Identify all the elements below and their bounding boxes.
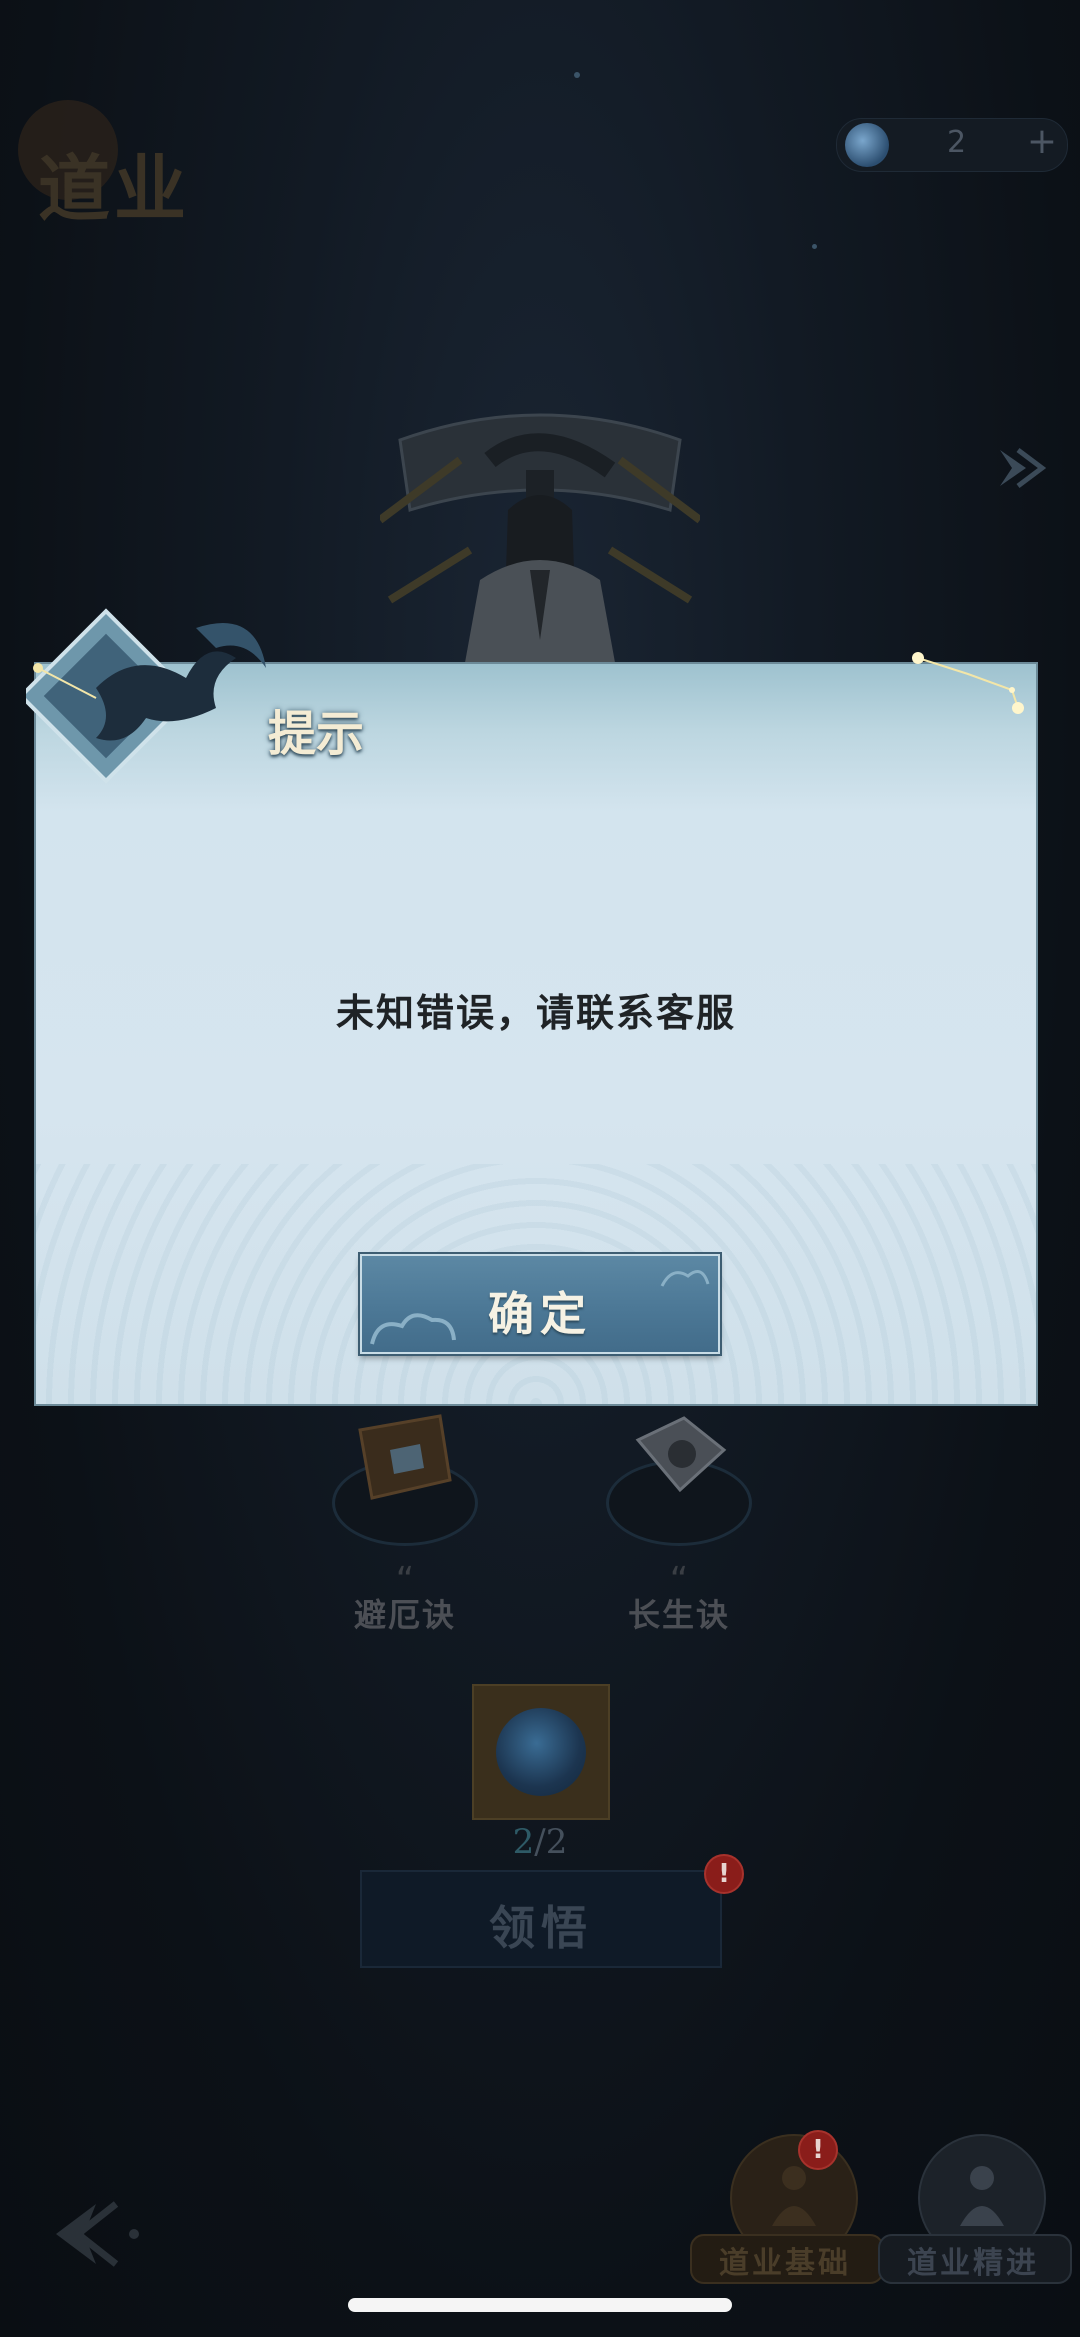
tab-label: 道业精进 — [907, 2246, 1039, 2281]
reward-total: 2 — [545, 1822, 568, 1862]
confirm-button-label: 确定 — [488, 1287, 592, 1341]
character-portrait — [380, 413, 700, 690]
home-indicator[interactable] — [348, 2298, 732, 2312]
add-currency-button[interactable]: + — [1027, 121, 1057, 162]
notification-badge: ! — [704, 1854, 744, 1894]
comprehend-button-label: 领悟 — [489, 1901, 593, 1955]
alert-dialog: 提示 未知错误，请联系客服 确定 — [26, 608, 1036, 1404]
page-title: 道业 — [38, 146, 191, 231]
constellation-icon — [912, 652, 1024, 714]
dialog-message: 未知错误，请联系客服 — [335, 990, 736, 1035]
star-dot — [574, 72, 580, 78]
dialog-title: 提示 — [268, 706, 365, 762]
reward-separator: / — [534, 1822, 546, 1862]
qilin-emblem-icon — [26, 608, 266, 784]
tab-label: 道业基础 — [719, 2246, 851, 2281]
scroll-icon — [358, 1414, 452, 1500]
share-icon[interactable] — [996, 440, 1046, 496]
skill-name: 避厄诀 — [353, 1596, 456, 1634]
page-title-block: 道业 — [18, 100, 208, 231]
reward-item[interactable] — [472, 1684, 610, 1820]
star-dot — [812, 244, 817, 249]
comprehend-button[interactable]: 领悟 — [360, 1870, 722, 1968]
tab-dao-advanced[interactable]: 道业精进 — [878, 2134, 1072, 2334]
reward-current: 2 — [512, 1822, 535, 1862]
spirit-orb-icon — [845, 123, 889, 167]
currency-count: 2 — [947, 125, 967, 160]
book-icon — [635, 1416, 727, 1493]
skill-name: 长生诀 — [627, 1596, 730, 1634]
reward-count: 2/2 — [470, 1822, 610, 1862]
currency-counter[interactable]: 2 + — [836, 118, 1068, 172]
spirit-orb-icon — [496, 1708, 586, 1796]
notification-badge: ! — [798, 2130, 838, 2170]
back-arrow-icon[interactable] — [46, 2196, 146, 2272]
confirm-button[interactable]: 确定 — [360, 1254, 720, 1354]
